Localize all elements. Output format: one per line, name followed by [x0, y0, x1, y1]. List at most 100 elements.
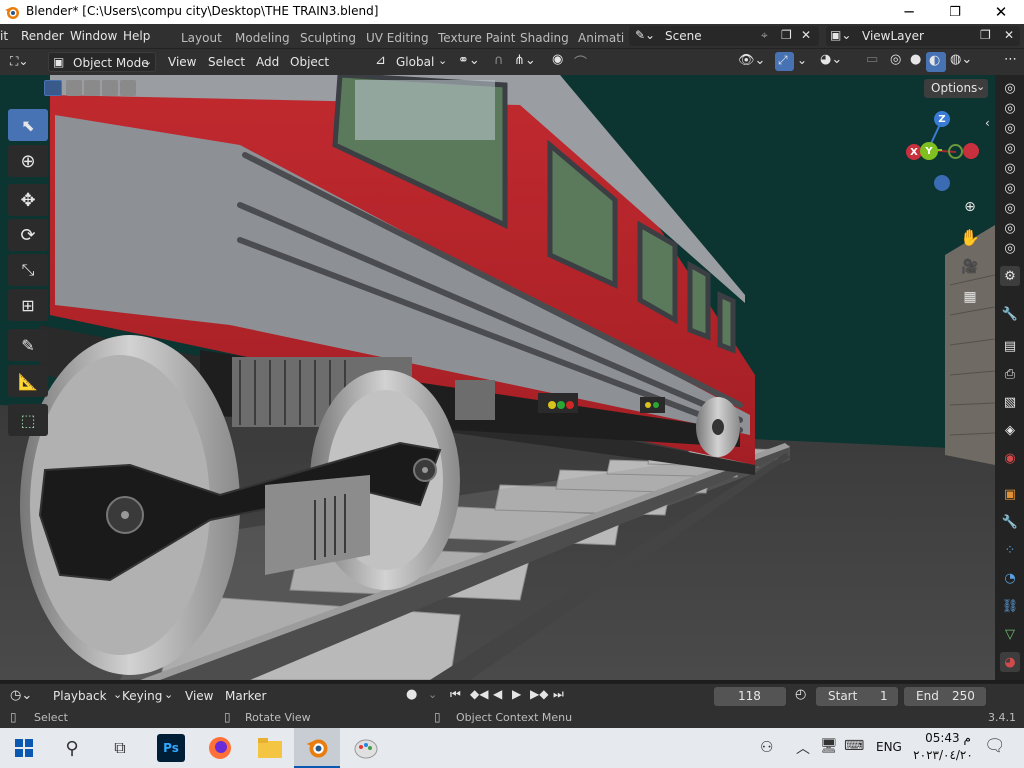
end-frame-field[interactable]: End 250 — [904, 687, 986, 706]
menu-view[interactable]: View — [168, 55, 196, 69]
delete-scene-icon[interactable]: ✕ — [801, 28, 811, 42]
snap-icon[interactable]: ∩ — [494, 53, 504, 68]
blender-taskbar-icon[interactable] — [294, 728, 340, 768]
annotate-tool[interactable]: ✎ — [8, 329, 48, 361]
menu-playback[interactable]: Playback — [53, 689, 107, 703]
mode-dropdown[interactable]: ▣ Object Mode ⌄ — [48, 52, 156, 72]
camera-visibility-icon[interactable]: ◎ — [1000, 78, 1020, 98]
perspective-grid-icon[interactable]: ▦ — [958, 285, 982, 309]
minimize-button[interactable]: ─ — [886, 0, 932, 24]
move-tool[interactable]: ✥ — [8, 184, 48, 216]
solid-shading-icon[interactable]: ● — [910, 52, 921, 67]
menu-help[interactable]: Help — [123, 29, 150, 43]
photoshop-icon[interactable]: Ps — [157, 734, 185, 762]
particles-icon[interactable]: ⁘ — [1000, 540, 1020, 560]
menu-keying[interactable]: Keying — [122, 689, 162, 703]
rendered-shading-icon[interactable]: ◍⌄ — [950, 52, 972, 67]
tab-uv-editing[interactable]: UV Editing — [366, 31, 429, 45]
scene-icon[interactable]: ◈ — [1000, 420, 1020, 440]
viewlayer-selector[interactable]: ▣⌄ ViewLayer ❐ ✕ — [826, 26, 1020, 46]
camera-visibility-icon[interactable]: ◎ — [1000, 198, 1020, 218]
select-box-tool[interactable]: ⬉ — [8, 109, 48, 141]
gizmo-z-axis[interactable]: Z — [934, 111, 950, 127]
menu-view[interactable]: View — [185, 689, 213, 703]
close-button[interactable]: ✕ — [978, 0, 1024, 24]
cursor-tool[interactable]: ⊕ — [8, 145, 48, 177]
camera-visibility-icon[interactable]: ◎ — [1000, 138, 1020, 158]
tool-icon[interactable]: 🔧 — [1000, 304, 1020, 324]
scale-tool[interactable]: ⤡ — [8, 254, 48, 286]
chevron-down-icon[interactable]: ⌄ — [428, 688, 437, 701]
jump-end-icon[interactable]: ⏭ — [553, 687, 564, 702]
xray-icon[interactable]: ▭ — [866, 52, 878, 67]
clock-date[interactable]: ٢٠٢٣/٠٤/٢٠ — [908, 748, 978, 762]
view-layer-icon[interactable]: ▧ — [1000, 392, 1020, 412]
gizmo-neg-y[interactable] — [948, 144, 963, 159]
firefox-icon[interactable] — [206, 734, 234, 762]
tab-layout[interactable]: Layout — [181, 31, 222, 45]
notification-icon[interactable]: 🗨 — [984, 736, 1006, 756]
menu-add[interactable]: Add — [256, 55, 279, 69]
menu-render[interactable]: Render — [21, 29, 64, 43]
constraints-icon[interactable]: ⛓ — [1000, 596, 1020, 616]
delete-viewlayer-icon[interactable]: ✕ — [1004, 28, 1014, 42]
current-frame-field[interactable]: 118 — [714, 687, 786, 706]
tab-modeling[interactable]: Modeling — [235, 31, 290, 45]
orientation-dropdown[interactable]: ⊿ Global ⌄ — [372, 52, 450, 72]
falloff-icon[interactable]: ⌒ — [574, 52, 587, 71]
material-icon[interactable]: ◕ — [1000, 652, 1020, 672]
menu-select[interactable]: Select — [208, 55, 245, 69]
tray-chevron-up-icon[interactable]: ︿ — [796, 738, 810, 758]
add-cube-tool[interactable]: ⬚ — [8, 404, 48, 436]
keyboard-icon[interactable]: ⌨ — [844, 738, 864, 754]
select-new-icon[interactable] — [44, 80, 62, 96]
play-reverse-icon[interactable]: ◀ — [493, 687, 502, 701]
snap-target-icon[interactable]: ⋔⌄ — [514, 53, 536, 68]
language-indicator[interactable]: ENG — [876, 740, 902, 754]
pan-hand-icon[interactable]: ✋ — [958, 225, 982, 249]
file-explorer-icon[interactable] — [256, 734, 284, 762]
select-subtract-icon[interactable] — [84, 80, 100, 96]
task-view-icon[interactable]: ⧉ — [106, 734, 134, 762]
gizmo-neg-z[interactable] — [934, 175, 950, 191]
camera-visibility-icon[interactable]: ◎ — [1000, 238, 1020, 258]
select-intersect-icon[interactable] — [120, 80, 136, 96]
scene-name[interactable]: Scene — [665, 29, 702, 43]
options-dropdown[interactable]: Options ⌄ — [924, 79, 988, 98]
gizmo-toggle-button[interactable]: ⤢ — [775, 52, 794, 71]
camera-view-icon[interactable]: 🎥 — [958, 255, 982, 279]
new-scene-icon[interactable]: ❐ — [781, 28, 792, 42]
record-icon[interactable]: ● — [406, 687, 417, 702]
pin-icon[interactable]: ⌖ — [761, 28, 768, 43]
clock-time[interactable]: 05:43 م — [918, 731, 978, 745]
material-preview-button[interactable]: ◐ — [926, 52, 946, 72]
jump-start-icon[interactable]: ⏮ — [450, 687, 461, 702]
camera-visibility-icon[interactable]: ◎ — [1000, 218, 1020, 238]
menu-file[interactable]: it — [0, 29, 8, 43]
scene-selector[interactable]: ✎⌄ Scene ⌖ ❐ ✕ — [629, 26, 819, 46]
people-icon[interactable]: ⚇ — [760, 738, 773, 756]
new-viewlayer-icon[interactable]: ❐ — [980, 28, 991, 42]
network-icon[interactable]: 🖥 — [820, 738, 838, 754]
tool-properties-icon[interactable]: ⚙ — [1000, 266, 1020, 286]
windows-start-icon[interactable] — [10, 734, 38, 762]
physics-icon[interactable]: ◔ — [1000, 568, 1020, 588]
data-icon[interactable]: ▽ — [1000, 624, 1020, 644]
sidebar-toggle-icon[interactable]: ‹ — [985, 116, 990, 130]
maximize-button[interactable]: ❐ — [932, 0, 978, 24]
transform-tool[interactable]: ⊞ — [8, 289, 48, 321]
navigation-gizmo[interactable]: Z X Y — [900, 108, 985, 198]
stopwatch-icon[interactable]: ◴ — [795, 687, 806, 702]
camera-visibility-icon[interactable]: ◎ — [1000, 118, 1020, 138]
proportional-edit-icon[interactable]: ◉ — [552, 52, 563, 67]
search-icon[interactable]: ⚲ — [58, 734, 86, 762]
menu-window[interactable]: Window — [70, 29, 117, 43]
select-invert-icon[interactable] — [102, 80, 118, 96]
viewlayer-name[interactable]: ViewLayer — [862, 29, 924, 43]
pivot-icon[interactable]: ⚭⌄ — [458, 53, 480, 68]
timeline-editor-icon[interactable]: ◷⌄ — [10, 688, 32, 703]
tab-texture-paint[interactable]: Texture Paint — [438, 31, 515, 45]
camera-visibility-icon[interactable]: ◎ — [1000, 178, 1020, 198]
menu-marker[interactable]: Marker — [225, 689, 266, 703]
gizmo-y-axis[interactable]: Y — [920, 142, 938, 160]
